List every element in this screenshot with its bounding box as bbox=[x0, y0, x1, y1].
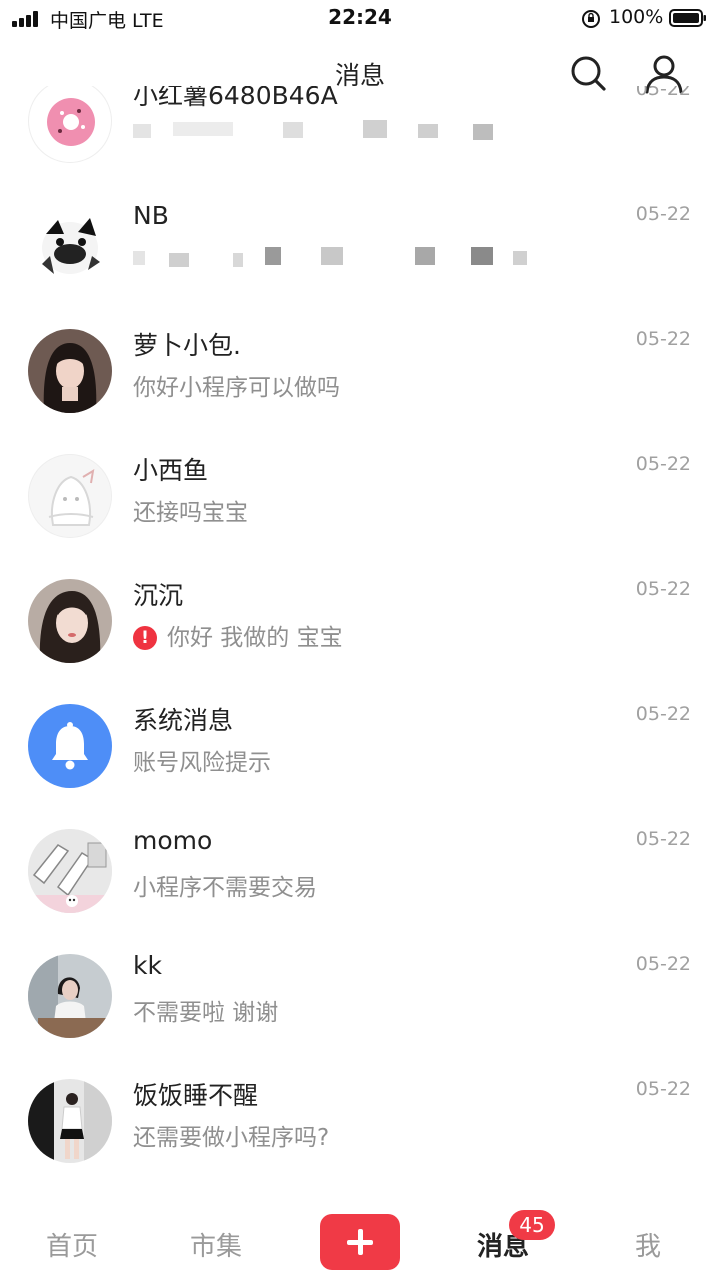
profile-photo bbox=[28, 579, 112, 663]
contact-name: 沉沉 bbox=[133, 581, 184, 610]
avatar bbox=[28, 704, 112, 788]
message-preview: ! 你好 我做的 宝宝 bbox=[133, 618, 343, 652]
message-date: 05-22 bbox=[635, 86, 691, 100]
contact-name: 小西鱼 bbox=[133, 456, 209, 485]
conversation-item[interactable]: NB 05-22 bbox=[0, 181, 720, 306]
message-preview: 你好小程序可以做吗 bbox=[133, 375, 340, 401]
conversation-item[interactable]: 系统消息 账号风险提示 05-22 bbox=[0, 681, 720, 806]
conversation-item[interactable]: 小红薯6480B46A 05-22 bbox=[0, 86, 720, 181]
sketch-avatar-icon bbox=[28, 829, 112, 913]
conversation-item[interactable]: 沉沉 ! 你好 我做的 宝宝 05-22 bbox=[0, 556, 720, 681]
message-preview: 还需要做小程序吗? bbox=[133, 1125, 330, 1151]
avatar bbox=[28, 86, 112, 163]
avatar bbox=[28, 829, 112, 913]
tab-market[interactable]: 市集 bbox=[161, 1226, 271, 1263]
profile-photo bbox=[28, 954, 112, 1038]
contact-name: NB bbox=[133, 201, 169, 230]
bottom-tab-bar: 首页 市集 消息 45 我 bbox=[0, 1196, 720, 1280]
unread-badge: 45 bbox=[509, 1210, 555, 1240]
message-date: 05-22 bbox=[635, 328, 691, 350]
avatar bbox=[28, 954, 112, 1038]
message-date: 05-22 bbox=[635, 1078, 691, 1100]
dog-avatar-icon bbox=[42, 218, 100, 274]
profile-photo bbox=[28, 1079, 112, 1163]
contact-name: momo bbox=[133, 826, 213, 855]
message-preview: 还接吗宝宝 bbox=[133, 500, 248, 526]
conversation-item[interactable]: 饭饭睡不醒 还需要做小程序吗? 05-22 bbox=[0, 1056, 720, 1181]
avatar bbox=[28, 204, 112, 288]
profile-photo bbox=[28, 329, 112, 413]
message-date: 05-22 bbox=[635, 953, 691, 975]
contact-name: 饭饭睡不醒 bbox=[133, 1081, 259, 1110]
tab-home[interactable]: 首页 bbox=[17, 1226, 127, 1263]
status-bar: 中国广电 LTE 22:24 100% bbox=[0, 0, 720, 36]
message-date: 05-22 bbox=[635, 203, 691, 225]
contact-name: kk bbox=[133, 951, 162, 980]
contact-name: 萝卜小包. bbox=[133, 331, 241, 360]
message-preview-text: 你好 我做的 宝宝 bbox=[167, 625, 343, 651]
alert-icon: ! bbox=[133, 626, 157, 650]
message-date: 05-22 bbox=[635, 453, 691, 475]
blurred-preview bbox=[133, 120, 493, 140]
post-button[interactable] bbox=[320, 1214, 400, 1270]
avatar bbox=[28, 329, 112, 413]
message-preview: 账号风险提示 bbox=[133, 750, 271, 776]
contact-name: 小红薯6480B46A bbox=[133, 86, 338, 110]
avatar bbox=[28, 579, 112, 663]
battery-icon bbox=[669, 9, 706, 27]
conversation-item[interactable]: momo 小程序不需要交易 05-22 bbox=[0, 806, 720, 931]
conversation-item[interactable]: 萝卜小包. 你好小程序可以做吗 05-22 bbox=[0, 306, 720, 431]
blurred-preview bbox=[133, 247, 527, 267]
message-date: 05-22 bbox=[635, 578, 691, 600]
message-preview: 不需要啦 谢谢 bbox=[133, 1000, 279, 1026]
battery-percent: 100% bbox=[609, 6, 664, 28]
tab-me[interactable]: 我 bbox=[593, 1226, 703, 1263]
avatar bbox=[28, 454, 112, 538]
default-avatar-icon bbox=[48, 469, 95, 526]
message-date: 05-22 bbox=[635, 703, 691, 725]
message-list: 小红薯6480B46A 05-22 NB 05-22 萝卜小包. 你好小程序可以… bbox=[0, 86, 720, 1196]
avatar bbox=[28, 1079, 112, 1163]
donut-avatar-icon bbox=[47, 98, 95, 146]
message-preview: 小程序不需要交易 bbox=[133, 875, 317, 901]
conversation-item[interactable]: kk 不需要啦 谢谢 05-22 bbox=[0, 931, 720, 1056]
contact-name: 系统消息 bbox=[133, 706, 234, 735]
bell-icon bbox=[52, 722, 88, 770]
message-date: 05-22 bbox=[635, 828, 691, 850]
orientation-lock-icon bbox=[582, 10, 600, 28]
conversation-item[interactable]: 小西鱼 还接吗宝宝 05-22 bbox=[0, 431, 720, 556]
